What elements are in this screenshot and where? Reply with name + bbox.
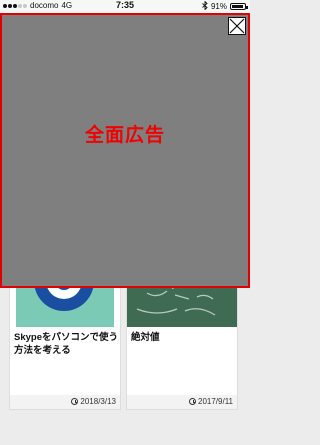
card-title[interactable]: 絶対値 — [131, 331, 235, 344]
close-x-icon — [229, 18, 245, 34]
clock-icon — [71, 398, 79, 405]
status-right: 91% — [202, 0, 248, 12]
status-bar: docomo 4G 7:35 91% — [0, 0, 250, 13]
clock-icon — [189, 398, 196, 405]
card-date: 2018/3/13 — [80, 397, 116, 406]
battery-percent: 91% — [210, 2, 227, 11]
card-footer: 2018/3/13 — [10, 395, 120, 409]
fullscreen-ad-overlay[interactable]: 全面広告 — [0, 13, 250, 288]
card-title[interactable]: Skypeをパソコンで使う方法を考える — [14, 331, 118, 357]
battery-fill — [232, 5, 243, 8]
close-ad-button[interactable] — [228, 17, 246, 35]
battery-icon — [230, 3, 248, 10]
ad-label: 全面広告 — [84, 125, 165, 146]
card-footer: 2017/9/11 — [127, 395, 237, 409]
bluetooth-icon — [202, 0, 208, 12]
card-date: 2017/9/11 — [198, 397, 233, 406]
